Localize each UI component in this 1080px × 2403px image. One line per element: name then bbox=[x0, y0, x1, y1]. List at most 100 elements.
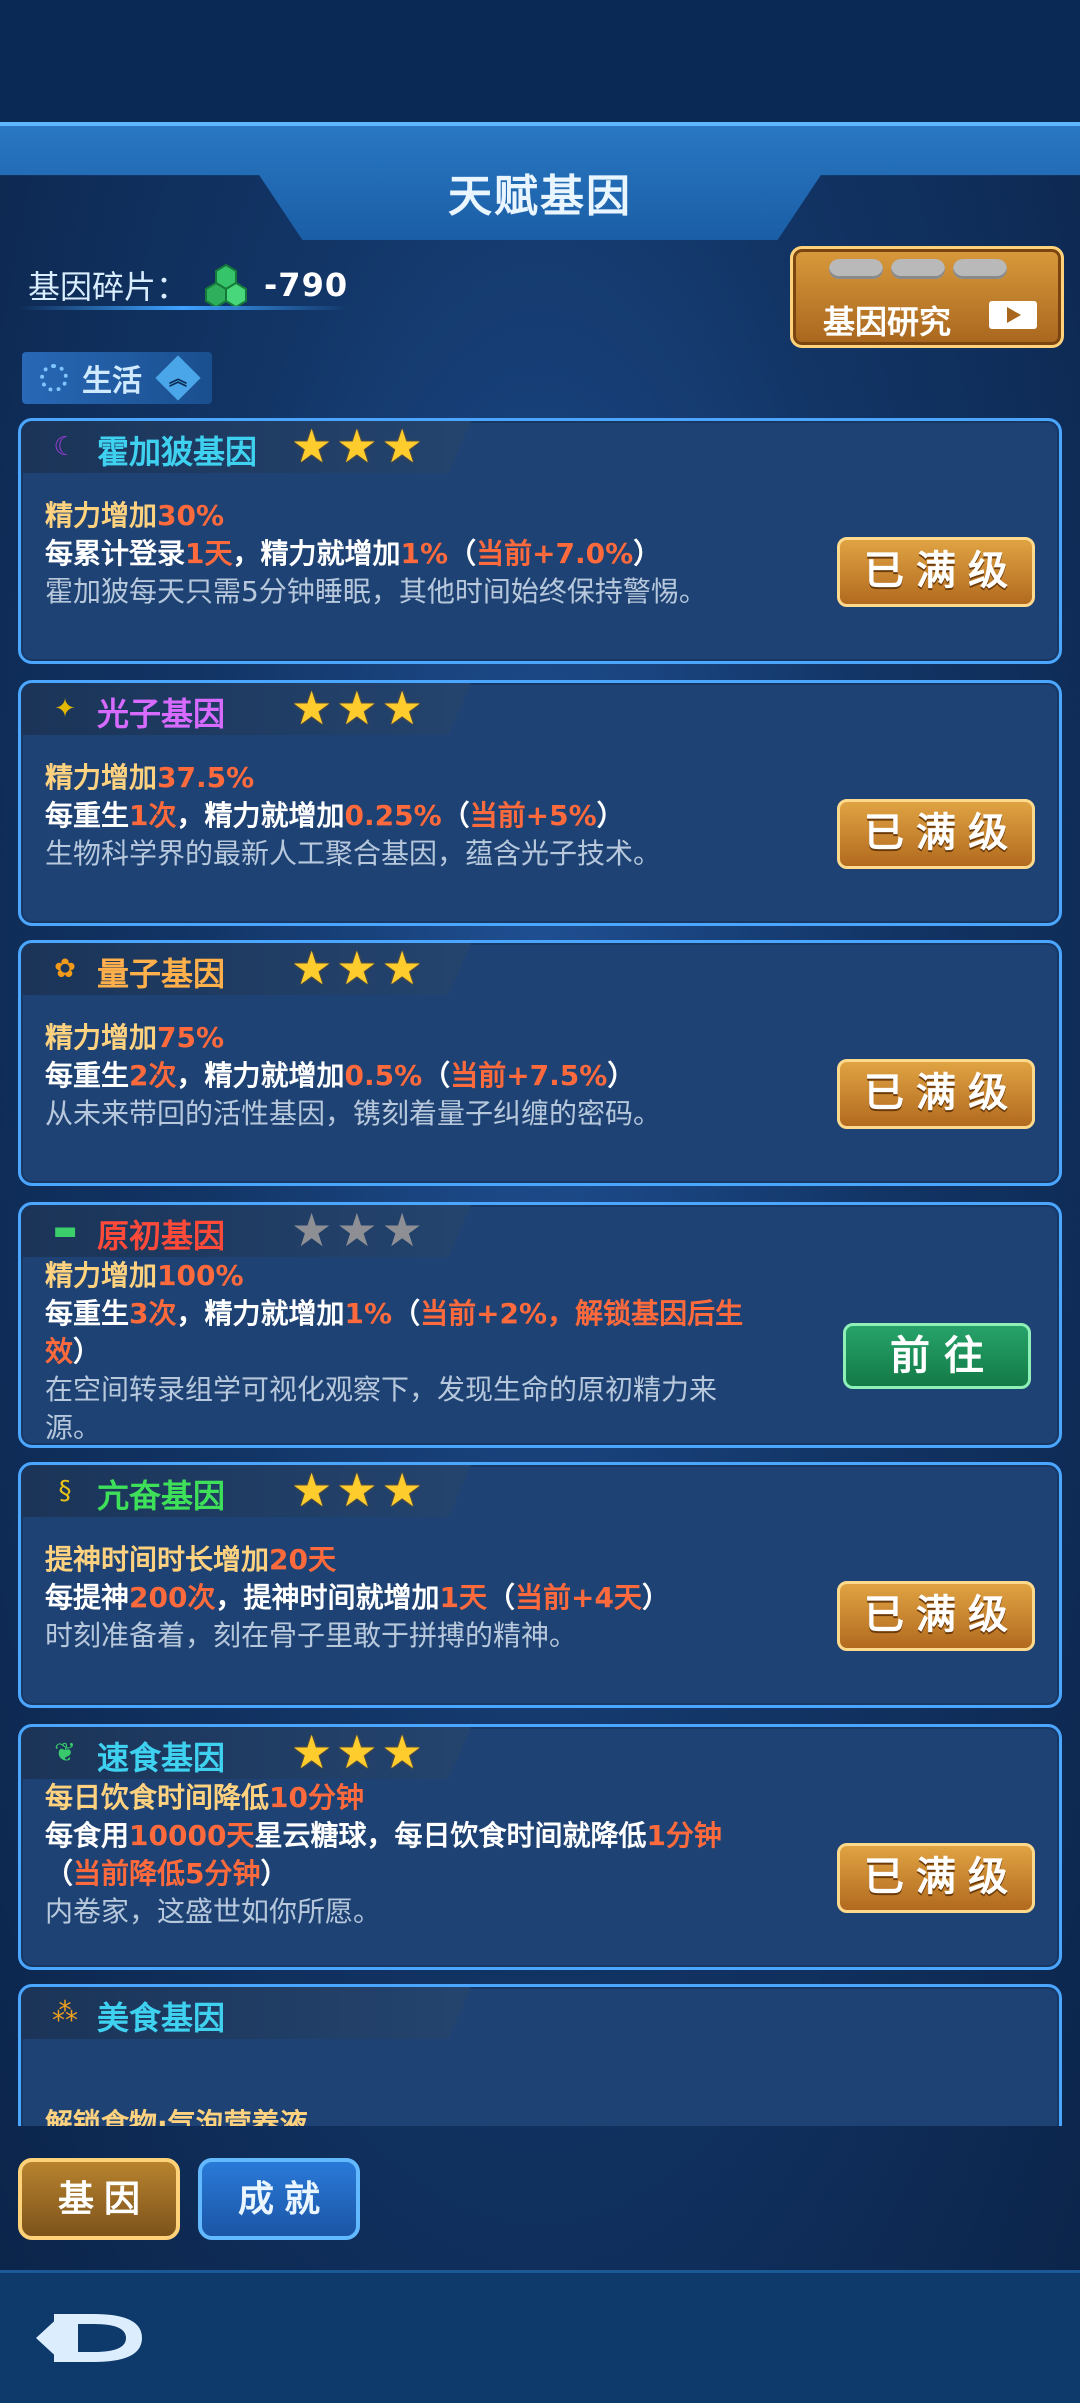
highlight-value: 1天 bbox=[185, 537, 233, 570]
star-rating: ★ ★ ★ bbox=[291, 1467, 423, 1513]
gene-growth: 每重生3次，精力就增加1%（当前+2%，解锁基因后生效） bbox=[45, 1295, 765, 1371]
gene-growth: 每累计登录1天，精力就增加1%（当前+7.0%） bbox=[45, 535, 765, 573]
category-filter-label: 生活 bbox=[82, 364, 142, 399]
gene-flavor-text: 霍加狓每天只需5分钟睡眠，其他时间始终保持警惕。 bbox=[45, 575, 707, 608]
category-ring-icon bbox=[40, 364, 68, 392]
gene-research-button[interactable]: 基因研究 bbox=[790, 246, 1064, 348]
gene-card: ❦ 速食基因 ★ ★ ★ 每日饮食时间降低10分钟 每食用10000天星云糖球，每日饮食时间… bbox=[18, 1724, 1062, 1970]
title-banner-line bbox=[0, 122, 1080, 126]
highlight-value: 100% bbox=[157, 1259, 244, 1292]
gene-name: 速食基因 bbox=[97, 1739, 226, 1777]
text-segment: 每重生 bbox=[45, 799, 130, 832]
text-segment: 每重生 bbox=[45, 1059, 130, 1092]
star-icon: ★ bbox=[336, 1203, 378, 1257]
text-segment: 精力增加 bbox=[45, 761, 158, 794]
gene-effect: 提神时间时长增加20天 bbox=[45, 1541, 765, 1579]
back-arrow-icon[interactable] bbox=[34, 2300, 154, 2370]
ruler-icon: ▬ bbox=[52, 1216, 78, 1246]
text-segment: 每提神 bbox=[45, 1581, 130, 1614]
gene-description: 精力增加37.5% 每重生1次，精力就增加0.25%（当前+5%） 生物科学界的最新… bbox=[45, 759, 765, 873]
gene-description: 提神时间时长增加20天 每提神200次，提神时间就增加1天（当前+4天） 时刻准备着… bbox=[45, 1541, 765, 1655]
molecule-icon: ✦ bbox=[54, 694, 76, 724]
star-icon: ★ bbox=[381, 1725, 423, 1779]
max-level-button[interactable]: 已满级 bbox=[837, 1581, 1035, 1651]
food-icon: ⁂ bbox=[52, 1998, 78, 2028]
text-segment: ） bbox=[641, 1581, 670, 1614]
highlight-value: 当前+4天 bbox=[514, 1581, 642, 1614]
text-segment: （ bbox=[422, 1059, 451, 1092]
highlight-value: 75% bbox=[157, 1021, 225, 1054]
text-segment: 解锁食物·气泡营养液 bbox=[45, 2107, 308, 2126]
star-icon: ★ bbox=[336, 681, 378, 735]
gene-card: ✿ 量子基因 ★ ★ ★ 精力增加75% 每重生2次，精力就增加0.5%（当前+7.5%）从… bbox=[18, 940, 1062, 1186]
gene-flavor-text: 时刻准备着，刻在骨子里敢于拼搏的精神。 bbox=[45, 1619, 578, 1652]
progress-pill bbox=[953, 259, 1007, 279]
gene-research-label: 基因研究 bbox=[823, 303, 952, 341]
gene-growth: 每重生1次，精力就增加0.25%（当前+5%） bbox=[45, 797, 765, 835]
text-segment: 提神时间时长增加 bbox=[45, 1543, 270, 1576]
text-segment: ，精力就增加 bbox=[232, 537, 401, 570]
gene-effect: 精力增加75% bbox=[45, 1019, 765, 1057]
gene-card: ⁂ 美食基因 解锁食物·气泡营养液 bbox=[18, 1984, 1062, 2126]
text-segment: （ bbox=[486, 1581, 515, 1614]
gene-growth: 每重生2次，精力就增加0.5%（当前+7.5%） bbox=[45, 1057, 765, 1095]
text-segment: 每累计登录 bbox=[45, 537, 186, 570]
tab-gene[interactable]: 基因 bbox=[18, 2158, 180, 2240]
gene-flavor-text: 内卷家，这盛世如你所愿。 bbox=[45, 1895, 382, 1928]
gene-description: 精力增加100% 每重生3次，精力就增加1%（当前+2%，解锁基因后生效） 在空间转… bbox=[45, 1257, 765, 1447]
star-icon: ★ bbox=[336, 941, 378, 995]
gene-description: 解锁食物·气泡营养液 bbox=[45, 2105, 765, 2126]
gene-list[interactable]: ☾ 霍加狓基因 ★ ★ ★ 精力增加30% 每累计登录1天，精力就增加1%（当前+7.0%）… bbox=[0, 418, 1080, 2126]
gene-description: 精力增加75% 每重生2次，精力就增加0.5%（当前+7.5%） 从未来带回的活性基… bbox=[45, 1019, 765, 1133]
highlight-value: 0.25% bbox=[344, 799, 442, 832]
highlight-value: 1分钟 bbox=[646, 1819, 722, 1852]
star-rating: ★ ★ ★ bbox=[291, 1207, 423, 1253]
text-segment: 每重生 bbox=[45, 1297, 130, 1330]
star-icon: ★ bbox=[291, 1463, 333, 1517]
star-icon: ★ bbox=[291, 941, 333, 995]
gene-description: 每日饮食时间降低10分钟 每食用10000天星云糖球，每日饮食时间就降低1分钟 （当… bbox=[45, 1779, 765, 1931]
star-rating: ★ ★ ★ bbox=[291, 1729, 423, 1775]
highlight-value: 1天 bbox=[439, 1581, 487, 1614]
star-icon: ★ bbox=[381, 1203, 423, 1257]
gene-fragments-value: -790 bbox=[264, 266, 349, 304]
gene-effect: 精力增加30% bbox=[45, 497, 765, 535]
highlight-value: 1次 bbox=[129, 799, 177, 832]
star-icon: ★ bbox=[291, 1203, 333, 1257]
gene-name: 霍加狓基因 bbox=[97, 433, 258, 471]
star-rating: ★ ★ ★ bbox=[291, 423, 423, 469]
max-level-button[interactable]: 已满级 bbox=[837, 799, 1035, 869]
highlight-value: 1% bbox=[344, 1297, 393, 1330]
star-icon: ★ bbox=[291, 681, 333, 735]
max-level-button[interactable]: 已满级 bbox=[837, 537, 1035, 607]
star-icon: ★ bbox=[291, 1725, 333, 1779]
max-level-button[interactable]: 已满级 bbox=[837, 1843, 1035, 1913]
max-level-button[interactable]: 已满级 bbox=[837, 1059, 1035, 1129]
tab-achievement[interactable]: 成就 bbox=[198, 2158, 360, 2240]
gene-card: § 亢奋基因 ★ ★ ★ 提神时间时长增加20天 每提神200次，提神时间就增加1天（当前+… bbox=[18, 1462, 1062, 1708]
star-icon: ★ bbox=[381, 1463, 423, 1517]
highlight-value: 30% bbox=[157, 499, 225, 532]
text-segment: （ bbox=[448, 537, 477, 570]
highlight-value: 当前+7.0% bbox=[476, 537, 634, 570]
text-segment: 精力增加 bbox=[45, 1259, 158, 1292]
bottom-bar bbox=[0, 2270, 1080, 2403]
text-segment: ，精力就增加 bbox=[176, 799, 345, 832]
text-segment: （ bbox=[441, 799, 470, 832]
text-segment: ，精力就增加 bbox=[176, 1297, 345, 1330]
star-icon: ★ bbox=[381, 681, 423, 735]
highlight-value: 当前降低5分钟 bbox=[73, 1857, 261, 1890]
star-icon: ★ bbox=[381, 419, 423, 473]
goto-button[interactable]: 前往 bbox=[843, 1323, 1031, 1389]
gene-card: ☾ 霍加狓基因 ★ ★ ★ 精力增加30% 每累计登录1天，精力就增加1%（当前+7.0%）… bbox=[18, 418, 1062, 664]
highlight-value: 0.5% bbox=[344, 1059, 423, 1092]
video-play-icon bbox=[989, 301, 1037, 329]
gene-effect: 解锁食物·气泡营养液 bbox=[45, 2105, 765, 2126]
gene-name: 亢奋基因 bbox=[97, 1477, 226, 1515]
gene-growth: 每食用10000天星云糖球，每日饮食时间就降低1分钟 （当前降低5分钟） bbox=[45, 1817, 765, 1893]
gene-fragment-icon bbox=[205, 263, 248, 307]
horn-icon: ☾ bbox=[53, 432, 77, 462]
gene-flavor-text: 从未来带回的活性基因，镌刻着量子纠缠的密码。 bbox=[45, 1097, 662, 1130]
category-filter[interactable]: 生活 ︽ bbox=[22, 352, 212, 404]
progress-pill bbox=[829, 259, 883, 279]
